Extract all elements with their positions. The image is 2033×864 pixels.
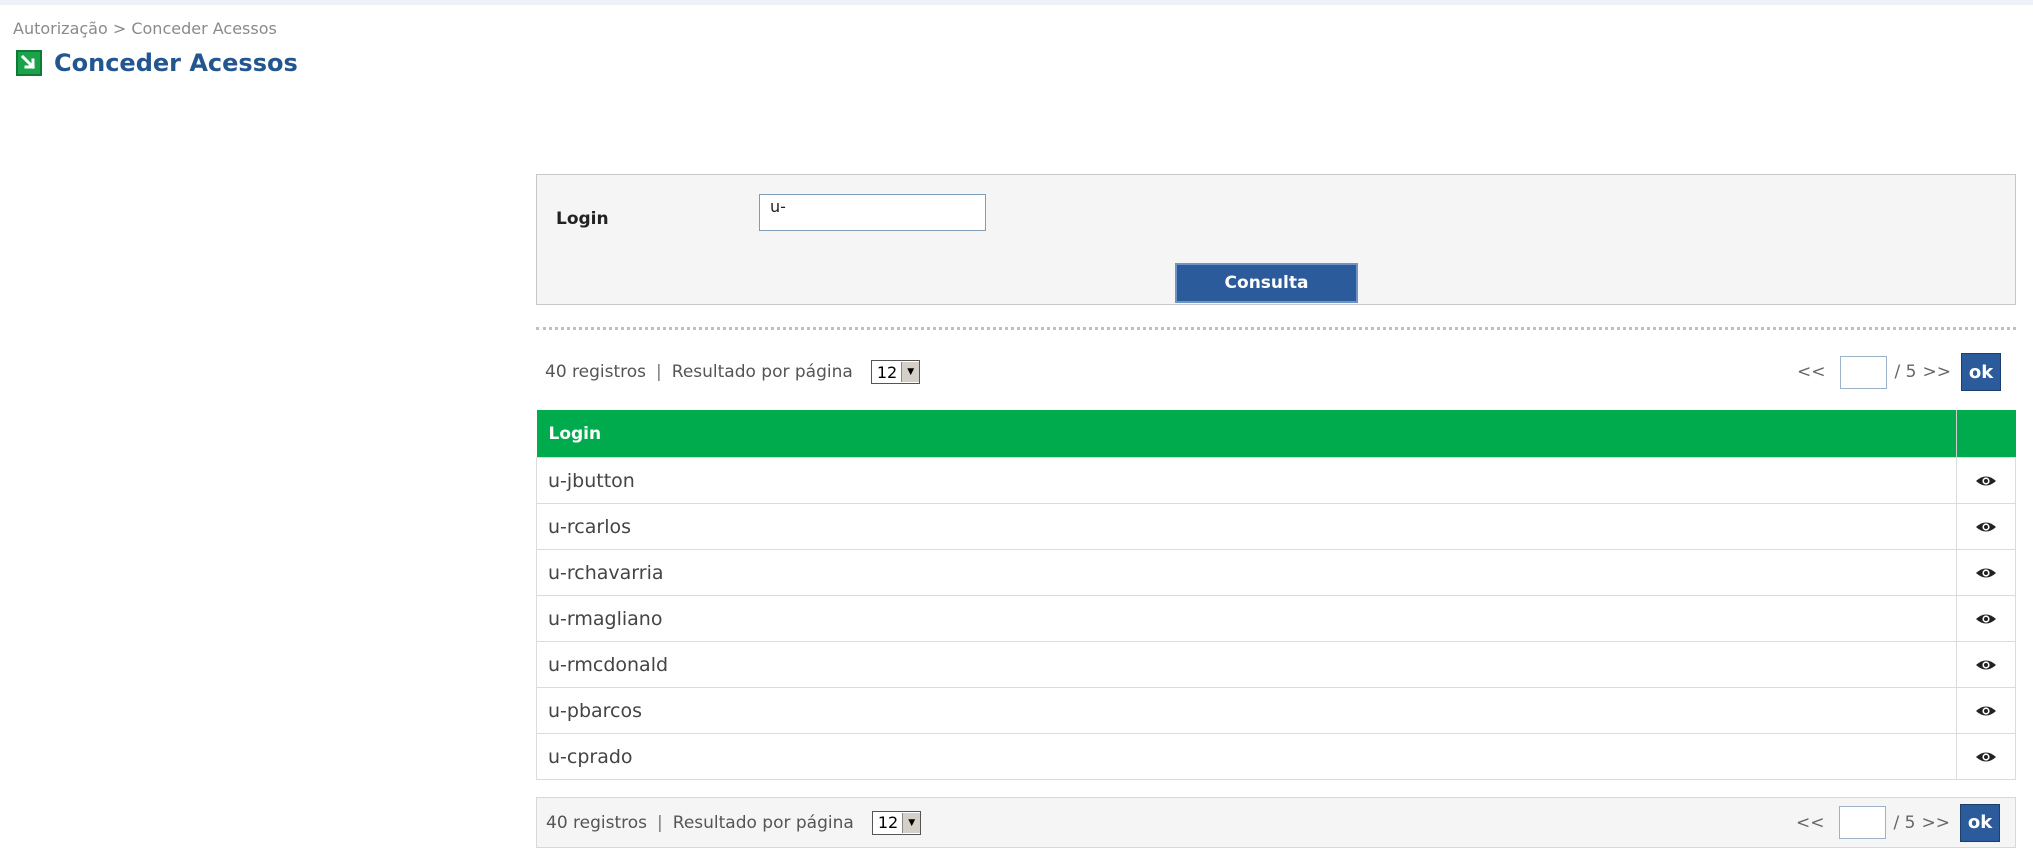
login-cell: u-rchavarria (536, 549, 1957, 596)
view-icon[interactable] (1975, 654, 1997, 676)
pager-top: 40 registros | Resultado por página 12 ▼… (536, 347, 2016, 397)
go-page-button[interactable]: ok (1960, 803, 2000, 842)
view-icon[interactable] (1975, 746, 1997, 768)
prev-page-link[interactable]: << (1796, 813, 1825, 833)
page-navigation: << / 5 >> ok (1797, 353, 2001, 391)
table-header-row: Login (536, 410, 2016, 458)
prev-page-link[interactable]: << (1797, 362, 1826, 382)
next-page-link[interactable]: >> (1922, 813, 1951, 833)
page-navigation: << / 5 >> ok (1796, 803, 2000, 842)
record-count: 40 registros (546, 812, 648, 833)
table-row: u-rchavarria (536, 549, 2016, 596)
column-header-login: Login (536, 410, 1957, 458)
page-number-input[interactable] (1838, 806, 1886, 839)
login-cell: u-rmcdonald (536, 641, 1957, 688)
login-cell: u-pbarcos (536, 687, 1957, 734)
pager-separator: | (657, 812, 663, 833)
page-number-input[interactable] (1839, 355, 1887, 389)
column-header-actions (1956, 410, 2016, 458)
view-icon[interactable] (1975, 470, 1997, 492)
login-cell: u-jbutton (536, 457, 1957, 504)
search-panel: Login Consulta (536, 174, 2016, 305)
page-header: Conceder Acessos (16, 49, 298, 77)
page-title: Conceder Acessos (54, 49, 298, 77)
results-table: Login u-jbutton u-rcarlos u-rchavarria u… (536, 410, 2016, 780)
arrow-down-right-icon (16, 50, 42, 76)
pager-separator: | (656, 362, 662, 382)
login-label: Login (556, 209, 609, 229)
table-row: u-rmagliano (536, 595, 2016, 642)
chevron-down-icon[interactable]: ▼ (902, 812, 921, 833)
table-row: u-rmcdonald (536, 641, 2016, 688)
view-icon[interactable] (1975, 700, 1997, 722)
breadcrumb: Autorização > Conceder Acessos (13, 19, 277, 38)
table-row: u-pbarcos (536, 687, 2016, 734)
per-page-value: 12 (877, 813, 899, 832)
page-total: / 5 (1894, 362, 1917, 382)
login-cell: u-rmagliano (536, 595, 1957, 642)
consulta-button[interactable]: Consulta (1175, 263, 1358, 303)
table-row: u-rcarlos (536, 503, 2016, 550)
next-page-link[interactable]: >> (1923, 362, 1952, 382)
login-input[interactable] (759, 194, 986, 231)
pager-bottom: 40 registros | Resultado por página 12 ▼… (536, 797, 2016, 848)
record-count: 40 registros (545, 362, 647, 382)
view-icon[interactable] (1975, 608, 1997, 630)
per-page-label: Resultado por página (671, 362, 853, 382)
view-icon[interactable] (1975, 516, 1997, 538)
login-cell: u-rcarlos (536, 503, 1957, 550)
per-page-value: 12 (876, 362, 898, 382)
per-page-label: Resultado por página (672, 812, 854, 833)
page-total: / 5 (1893, 812, 1916, 833)
separator (536, 327, 2016, 330)
top-strip (0, 0, 2033, 5)
table-row: u-jbutton (536, 457, 2016, 504)
per-page-select[interactable]: 12 ▼ (871, 810, 922, 835)
go-page-button[interactable]: ok (1961, 353, 2001, 391)
view-icon[interactable] (1975, 562, 1997, 584)
per-page-select[interactable]: 12 ▼ (870, 360, 921, 384)
table-row: u-cprado (536, 733, 2016, 780)
login-cell: u-cprado (536, 733, 1957, 780)
chevron-down-icon[interactable]: ▼ (901, 362, 920, 382)
